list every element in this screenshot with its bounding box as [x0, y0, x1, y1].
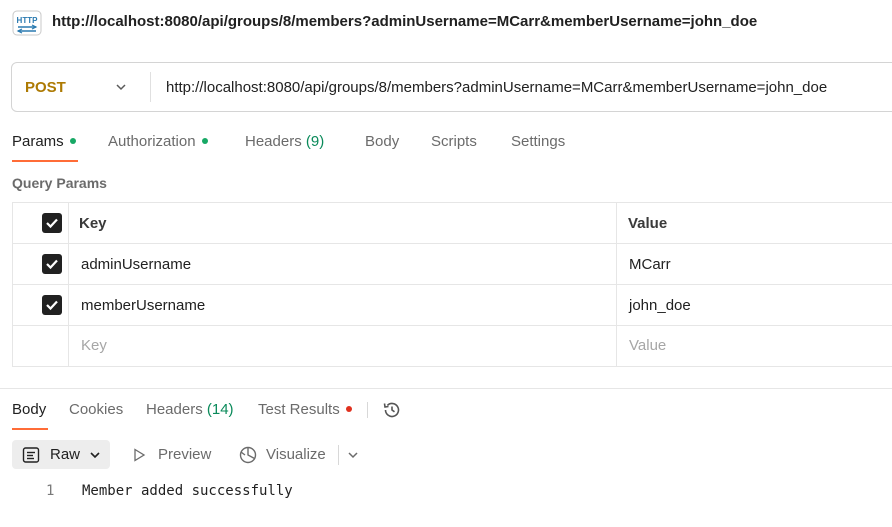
status-dot: [69, 138, 76, 145]
http-icon: HTTP: [12, 10, 42, 36]
error-dot: [345, 406, 352, 413]
param-key-field[interactable]: memberUsername: [81, 297, 205, 314]
url-input[interactable]: http://localhost:8080/api/groups/8/membe…: [166, 79, 827, 96]
table-border: [12, 243, 892, 244]
table-border: [616, 202, 617, 367]
document-icon: [22, 446, 40, 464]
new-param-key-input[interactable]: Key: [81, 337, 107, 354]
tab-headers-count: (9): [305, 133, 325, 150]
active-tab-underline: [12, 428, 48, 430]
table-border: [12, 202, 892, 203]
checkmark-icon: [46, 218, 58, 229]
table-border: [68, 202, 69, 367]
play-icon: [131, 447, 147, 463]
select-all-checkbox[interactable]: [42, 213, 62, 233]
response-tab-headers-count: (14): [206, 401, 234, 418]
chevron-down-icon[interactable]: [346, 448, 360, 462]
column-header-value: Value: [628, 215, 668, 232]
row-checkbox[interactable]: [42, 295, 62, 315]
tab-params-label: Params: [12, 133, 64, 150]
table-border: [12, 284, 892, 285]
response-tab-cookies[interactable]: Cookies: [69, 401, 123, 418]
new-param-value-input[interactable]: Value: [629, 337, 666, 354]
response-tab-body[interactable]: Body: [12, 401, 46, 418]
query-params-title: Query Params: [12, 175, 107, 191]
response-tab-headers-label: Headers: [146, 401, 203, 418]
tab-body[interactable]: Body: [365, 133, 399, 150]
chevron-down-icon[interactable]: [114, 80, 128, 94]
visualize-icon: [238, 445, 258, 465]
table-border: [12, 325, 892, 326]
row-checkbox[interactable]: [42, 254, 62, 274]
tab-separator: [367, 402, 368, 418]
tab-params[interactable]: Params: [12, 133, 76, 150]
tab-settings[interactable]: Settings: [511, 133, 565, 150]
tab-scripts[interactable]: Scripts: [431, 133, 477, 150]
response-tab-test-results[interactable]: Test Results: [258, 401, 352, 418]
request-title: http://localhost:8080/api/groups/8/membe…: [52, 13, 758, 30]
tab-headers[interactable]: Headers (9): [245, 133, 324, 150]
table-border: [12, 366, 892, 367]
checkmark-icon: [46, 259, 58, 270]
checkmark-icon: [46, 300, 58, 311]
response-divider: [0, 388, 892, 389]
visualize-button[interactable]: Visualize: [266, 446, 326, 463]
line-number: 1: [46, 483, 55, 499]
method-select[interactable]: POST: [25, 79, 66, 96]
tab-authorization[interactable]: Authorization: [108, 133, 208, 150]
param-value-field[interactable]: MCarr: [629, 256, 671, 273]
response-body-text: Member added successfully: [82, 483, 293, 499]
history-icon[interactable]: [381, 399, 403, 421]
http-icon-label: HTTP: [17, 16, 39, 25]
column-header-key: Key: [79, 215, 107, 232]
status-dot: [201, 138, 208, 145]
toolbar-separator: [338, 445, 339, 465]
tab-authorization-label: Authorization: [108, 133, 196, 150]
url-divider: [150, 72, 151, 102]
response-tab-test-results-label: Test Results: [258, 401, 340, 418]
param-value-field[interactable]: john_doe: [629, 297, 691, 314]
param-key-field[interactable]: adminUsername: [81, 256, 191, 273]
table-border: [12, 202, 13, 367]
chevron-down-icon: [88, 448, 102, 462]
response-tab-headers[interactable]: Headers (14): [146, 401, 234, 418]
format-label: Raw: [50, 446, 81, 463]
tab-headers-label: Headers: [245, 133, 302, 150]
active-tab-underline: [12, 160, 78, 162]
preview-button[interactable]: Preview: [158, 446, 211, 463]
